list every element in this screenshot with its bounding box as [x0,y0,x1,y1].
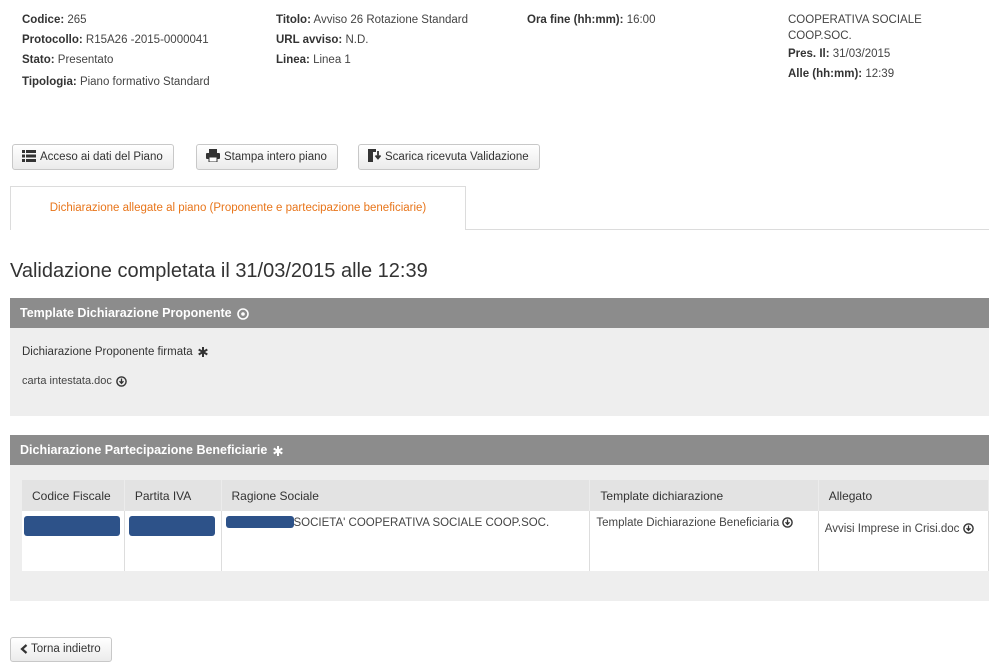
beneficiarie-table: Codice Fiscale Partita IVA Ragione Socia… [22,480,989,571]
col-header-codice-fiscale: Codice Fiscale [22,480,125,511]
tab-divider [466,229,989,230]
protocollo-field: Protocollo: R15A26 -2015-0000041 [22,34,209,46]
table-row: SOCIETA' COOPERATIVA SOCIALE COOP.SOC. T… [22,511,989,571]
org-name-line2: COOP.SOC. [788,30,852,42]
print-plan-button-label: Stampa intero piano [224,151,327,163]
table-header-row: Codice Fiscale Partita IVA Ragione Socia… [22,480,989,511]
panel-proponente-body: Dichiarazione Proponente firmata carta i… [10,328,989,416]
panel-proponente-header: Template Dichiarazione Proponente [10,298,989,328]
panel-beneficiarie-title: Dichiarazione Partecipazione Beneficiari… [20,443,268,457]
download-circle-icon[interactable] [782,517,794,529]
panel-beneficiarie-header: Dichiarazione Partecipazione Beneficiari… [10,435,989,465]
redacted-block [225,516,294,528]
back-button-label: Torna indietro [31,643,101,655]
panel-proponente-title: Template Dichiarazione Proponente [20,306,232,320]
redacted-block [24,516,120,536]
download-circle-icon[interactable] [962,523,974,535]
col-header-partita-iva: Partita IVA [124,480,222,511]
piano-data-button-label: Acceso ai dati del Piano [40,151,163,163]
back-button[interactable]: Torna indietro [10,637,112,662]
piano-data-button[interactable]: Acceso ai dati del Piano [12,144,174,170]
col-header-allegato: Allegato [818,480,989,511]
print-icon [206,149,220,163]
ragione-sociale-text: SOCIETA' COOPERATIVA SOCIALE COOP.SOC. [293,517,550,529]
print-plan-button[interactable]: Stampa intero piano [196,144,338,170]
org-name-line1: COOPERATIVA SOCIALE [788,14,922,26]
download-receipt-button[interactable]: Scarica ricevuta Validazione [358,144,540,170]
list-icon [22,150,36,162]
stato-field: Stato: Presentato [22,54,114,66]
template-link[interactable]: Template Dichiarazione Beneficiaria [596,517,779,529]
codice-fiscale-cell [22,511,125,571]
url-avviso-field: URL avviso: N.D. [276,34,369,46]
titolo-field: Titolo: Avviso 26 Rotazione Standard [276,14,468,26]
ora-fine-field: Ora fine (hh:mm): 16:00 [527,14,656,26]
col-header-ragione-sociale: Ragione Sociale [221,480,591,511]
download-circle-icon[interactable] [116,375,127,387]
download-receipt-button-label: Scarica ricevuta Validazione [385,151,529,163]
chevron-left-icon [20,644,28,654]
partita-iva-cell [124,511,222,571]
tab-dichiarazioni[interactable]: Dichiarazione allegate al piano (Propone… [10,186,466,230]
download-receipt-icon [368,149,382,162]
page-title: Validazione completata il 31/03/2015 all… [10,260,428,282]
allegato-cell: Avvisi Imprese in Crisi.doc [818,511,989,571]
codice-field: Codice: 265 [22,14,87,26]
ragione-sociale-cell: SOCIETA' COOPERATIVA SOCIALE COOP.SOC. [221,511,591,571]
tipologia-field: Tipologia: Piano formativo Standard [22,76,210,88]
pres-date-field: Pres. Il: 31/03/2015 [788,48,891,60]
proponente-field-label: Dichiarazione Proponente firmata [22,346,208,358]
col-header-template: Template dichiarazione [589,480,819,511]
allegato-link[interactable]: Avvisi Imprese in Crisi.doc [825,523,960,535]
redacted-block [128,516,215,536]
linea-field: Linea: Linea 1 [276,54,351,66]
info-circle-icon[interactable] [237,307,249,320]
template-cell: Template Dichiarazione Beneficiaria [589,511,819,571]
alle-time-field: Alle (hh:mm): 12:39 [788,68,895,80]
asterisk-icon [273,445,283,456]
proponente-file-link[interactable]: carta intestata.doc [22,375,127,387]
asterisk-icon [198,346,208,357]
